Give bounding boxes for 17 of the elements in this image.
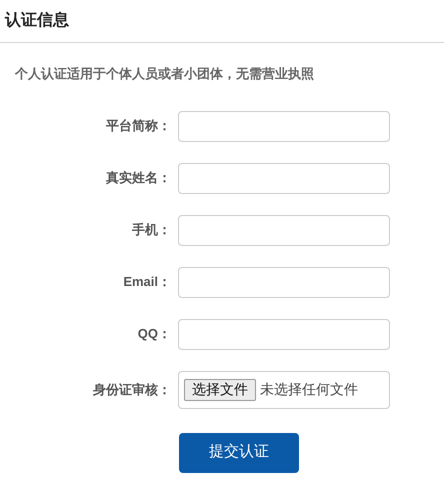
field-label: Email： (122, 273, 172, 292)
input-field[interactable] (178, 162, 390, 194)
section-title: 认证信息 (5, 10, 69, 31)
input-field[interactable] (178, 266, 390, 298)
input-field[interactable] (178, 110, 390, 142)
input-field[interactable] (178, 318, 390, 350)
file-status-text: 未选择任何文件 (260, 380, 358, 399)
field-label: 平台简称： (105, 117, 172, 136)
field-label: 身份证审核： (92, 380, 172, 399)
submit-button[interactable]: 提交认证 (179, 432, 299, 472)
field-label: 手机： (131, 221, 172, 240)
notice-text: 个人认证适用于个体人员或者小团体，无需营业执照 (15, 65, 315, 83)
field-label: QQ： (136, 325, 172, 344)
input-field[interactable] (178, 214, 390, 246)
field-label: 真实姓名： (105, 169, 172, 188)
choose-file-button[interactable]: 选择文件 (184, 378, 256, 400)
file-field[interactable]: 选择文件 未选择任何文件 (178, 370, 390, 408)
